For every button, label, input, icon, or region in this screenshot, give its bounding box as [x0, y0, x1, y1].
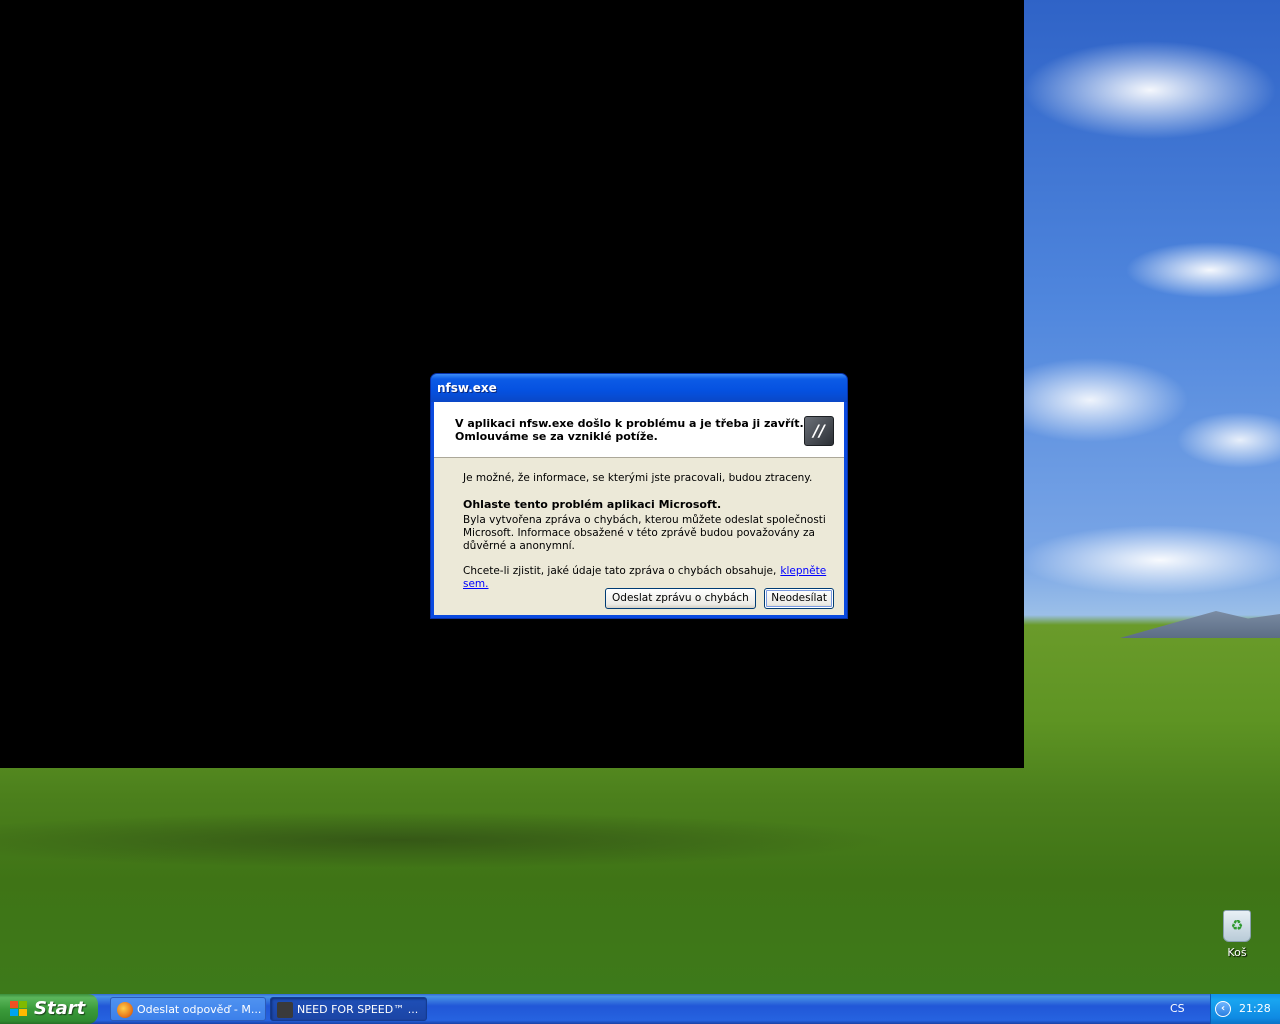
firefox-icon	[117, 1002, 133, 1018]
clock[interactable]: 21:28	[1239, 994, 1271, 1024]
language-indicator[interactable]: CS	[1170, 994, 1185, 1024]
report-text: Byla vytvořena zpráva o chybách, kterou …	[463, 514, 826, 552]
start-button[interactable]: Start	[0, 994, 98, 1024]
header-line-2: Omlouváme se za vzniklé potíže.	[455, 430, 658, 443]
header-line-1: V aplikaci nfsw.exe došlo k problému a j…	[455, 417, 804, 430]
error-dialog: nfsw.exe V aplikaci nfsw.exe došlo k pro…	[430, 373, 848, 619]
taskbar-item-firefox[interactable]: Odeslat odpověď - M...	[110, 997, 266, 1021]
windows-logo-icon	[10, 1001, 28, 1017]
recycle-bin-shortcut[interactable]: ♻ Koš	[1208, 910, 1266, 959]
taskbar-item-label: NEED FOR SPEED™ ...	[297, 1003, 419, 1016]
recycle-bin-label: Koš	[1227, 946, 1247, 959]
recycle-bin-icon: ♻	[1223, 910, 1251, 942]
taskbar-item-need-for-speed[interactable]: NEED FOR SPEED™ ...	[270, 997, 427, 1021]
start-label: Start	[34, 998, 86, 1019]
info-text: Je možné, že informace, se kterými jste …	[463, 472, 813, 484]
dialog-header: V aplikaci nfsw.exe došlo k problému a j…	[434, 402, 844, 458]
taskbar-item-label: Odeslat odpověď - M...	[137, 1003, 262, 1016]
report-heading: Ohlaste tento problém aplikaci Microsoft…	[463, 498, 722, 511]
need-for-speed-icon	[277, 1002, 293, 1018]
send-report-button[interactable]: Odeslat zprávu o chybách	[605, 588, 756, 609]
chevron-left-icon[interactable]: ‹	[1215, 1001, 1231, 1017]
need-for-speed-icon: //	[804, 416, 834, 446]
details-prompt: Chcete-li zjistit, jaké údaje tato zpráv…	[463, 565, 777, 577]
dialog-buttons: Odeslat zprávu o chybách Neodesílat	[600, 588, 834, 609]
system-tray: ‹ 21:28	[1210, 994, 1280, 1024]
dont-send-button[interactable]: Neodesílat	[764, 588, 834, 609]
dialog-titlebar[interactable]: nfsw.exe	[431, 374, 847, 402]
wallpaper-hill-shade	[0, 800, 1280, 880]
dialog-body: Je možné, že informace, se kterými jste …	[463, 472, 830, 591]
dialog-client: V aplikaci nfsw.exe došlo k problému a j…	[434, 402, 844, 615]
taskbar: Start Odeslat odpověď - M... NEED FOR SP…	[0, 994, 1280, 1024]
dialog-header-message: V aplikaci nfsw.exe došlo k problému a j…	[455, 417, 804, 443]
dialog-title: nfsw.exe	[437, 381, 497, 395]
